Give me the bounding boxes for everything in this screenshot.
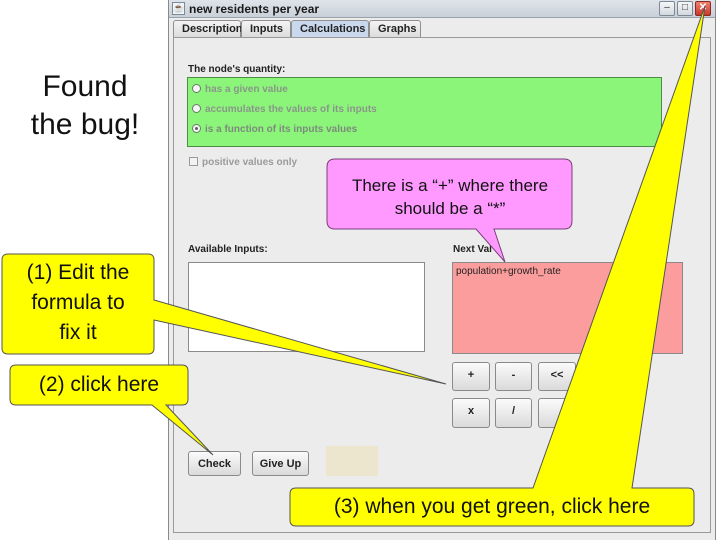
- step1-line-3: fix it: [59, 321, 97, 344]
- step3-callout-shape: [289, 5, 706, 527]
- step1-line-2: formula to: [31, 291, 125, 314]
- step2-text: (2) click here: [38, 373, 160, 396]
- bubble-line-1: There is a “+” where there: [351, 176, 549, 195]
- step1-line-1: (1) Edit the: [26, 261, 130, 284]
- bubble-text: There is a “+” where there should be a “…: [329, 174, 571, 220]
- step3-text: (3) when you get green, click here: [333, 495, 651, 518]
- step1-text: (1) Edit the formula to fix it: [2, 258, 154, 348]
- bubble-line-2: should be a “*”: [394, 199, 506, 218]
